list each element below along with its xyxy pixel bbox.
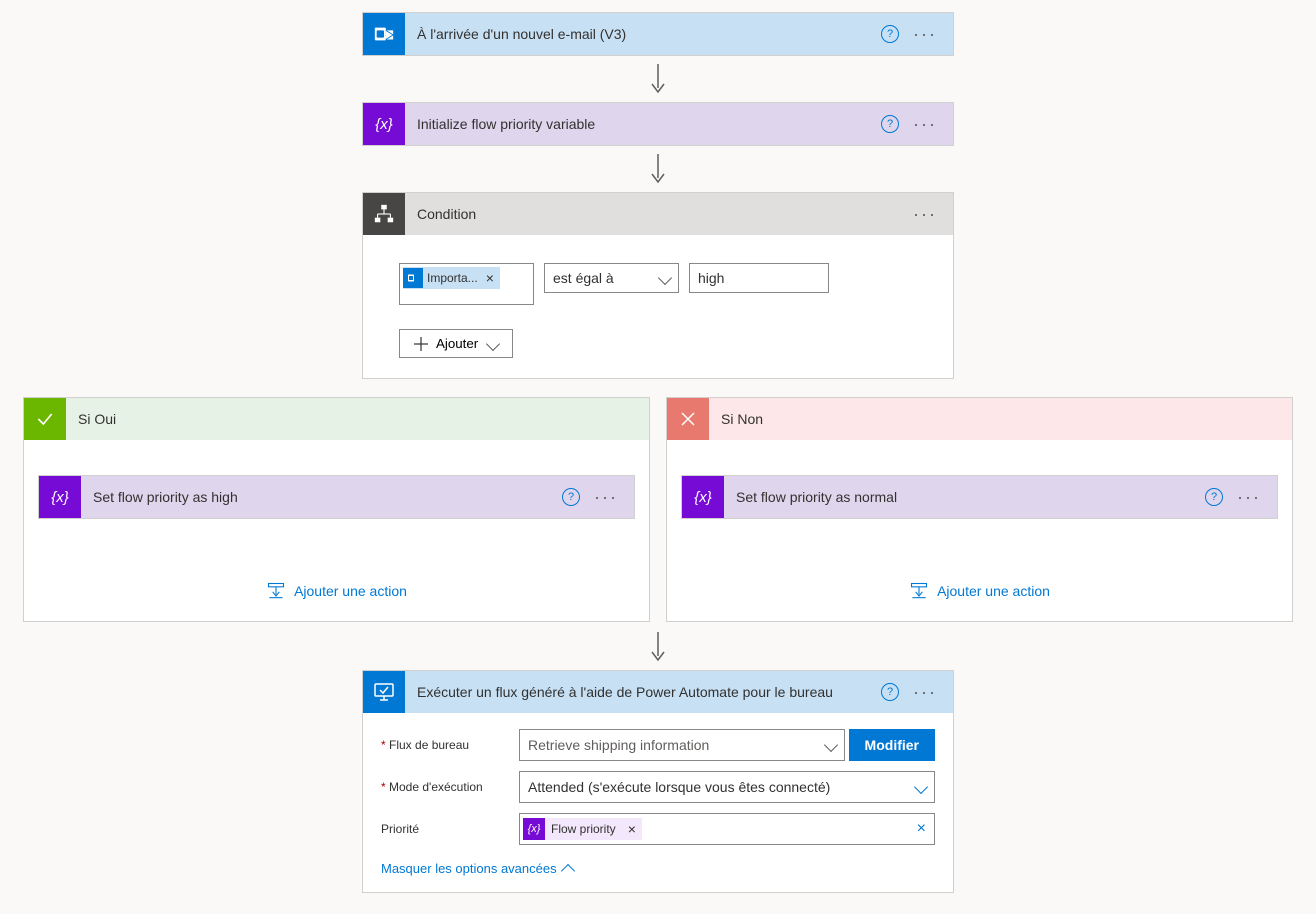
run-mode-select[interactable]: Attended (s'exécute lorsque vous êtes co… xyxy=(519,771,935,803)
branch-no-header: Si Non xyxy=(667,398,1292,440)
hide-advanced-options-link[interactable]: Masquer les options avancées xyxy=(381,861,573,876)
more-icon[interactable]: ··· xyxy=(1233,487,1265,508)
help-icon[interactable]: ? xyxy=(881,683,899,701)
branch-yes-label: Si Oui xyxy=(66,411,649,427)
trigger-header: À l'arrivée d'un nouvel e-mail (V3) ? ··… xyxy=(363,13,953,55)
add-condition-button[interactable]: Ajouter xyxy=(399,329,513,358)
chevron-down-icon xyxy=(823,738,837,752)
outlook-icon xyxy=(363,13,405,55)
desktop-flow-header: Exécuter un flux généré à l'aide de Powe… xyxy=(363,671,953,713)
arrow-icon xyxy=(650,64,666,94)
init-variable-title: Initialize flow priority variable xyxy=(405,116,881,132)
priority-input[interactable]: {x} Flow priority × × xyxy=(519,813,935,845)
branch-no-body: {x} Set flow priority as normal ? ··· Aj… xyxy=(667,440,1292,621)
variable-icon: {x} xyxy=(363,103,405,145)
condition-value-input[interactable]: high xyxy=(689,263,829,293)
variable-icon: {x} xyxy=(39,476,81,518)
token-label: Importa... xyxy=(427,271,478,285)
condition-row: Importa... × est égal à high xyxy=(399,263,917,305)
more-icon[interactable]: ··· xyxy=(909,682,941,703)
check-icon xyxy=(24,398,66,440)
add-action-label: Ajouter une action xyxy=(937,583,1050,599)
chevron-down-icon xyxy=(486,336,500,350)
field-label: * Mode d'exécution xyxy=(381,780,519,794)
desktop-flow-title: Exécuter un flux généré à l'aide de Powe… xyxy=(405,684,881,700)
trigger-title: À l'arrivée d'un nouvel e-mail (V3) xyxy=(405,26,881,42)
chevron-up-icon xyxy=(561,863,575,877)
operator-label: est égal à xyxy=(553,270,614,286)
help-icon[interactable]: ? xyxy=(562,488,580,506)
condition-card[interactable]: Condition ··· Importa... × est égal à xyxy=(362,192,954,379)
init-variable-header: {x} Initialize flow priority variable ? … xyxy=(363,103,953,145)
field-label: * Flux de bureau xyxy=(381,738,519,752)
more-icon[interactable]: ··· xyxy=(909,24,941,45)
add-action-label: Ajouter une action xyxy=(294,583,407,599)
variable-icon: {x} xyxy=(523,818,545,840)
condition-title: Condition xyxy=(405,206,909,222)
x-icon xyxy=(667,398,709,440)
remove-token-icon[interactable]: × xyxy=(482,270,498,286)
field-desktop-flow: * Flux de bureau Retrieve shipping infor… xyxy=(381,729,935,761)
condition-left-operand[interactable]: Importa... × xyxy=(399,263,534,305)
chevron-down-icon xyxy=(658,271,672,285)
condition-body: Importa... × est égal à high Ajouter xyxy=(363,235,953,378)
desktop-flow-icon xyxy=(363,671,405,713)
plus-icon xyxy=(414,337,428,351)
arrow-icon xyxy=(650,632,666,662)
help-icon[interactable]: ? xyxy=(881,25,899,43)
remove-chip-icon[interactable]: × xyxy=(622,821,642,837)
set-priority-normal-title: Set flow priority as normal xyxy=(724,489,1205,505)
clear-field-icon[interactable]: × xyxy=(917,820,926,838)
set-priority-high-title: Set flow priority as high xyxy=(81,489,562,505)
condition-header: Condition ··· xyxy=(363,193,953,235)
field-priority: Priorité {x} Flow priority × × xyxy=(381,813,935,845)
desktop-flow-value: Retrieve shipping information xyxy=(528,737,709,753)
flow-priority-chip[interactable]: {x} Flow priority × xyxy=(523,818,642,840)
importance-token[interactable]: Importa... × xyxy=(403,267,500,289)
outlook-icon xyxy=(403,268,423,288)
set-priority-high-card[interactable]: {x} Set flow priority as high ? ··· xyxy=(38,475,635,519)
init-variable-card[interactable]: {x} Initialize flow priority variable ? … xyxy=(362,102,954,146)
branch-yes: Si Oui {x} Set flow priority as high ? ·… xyxy=(23,397,650,622)
field-run-mode: * Mode d'exécution Attended (s'exécute l… xyxy=(381,771,935,803)
add-label: Ajouter xyxy=(436,336,478,351)
arrow-icon xyxy=(650,154,666,184)
variable-icon: {x} xyxy=(682,476,724,518)
field-label: Priorité xyxy=(381,822,519,836)
desktop-flow-card[interactable]: Exécuter un flux généré à l'aide de Powe… xyxy=(362,670,954,893)
condition-branches: Si Oui {x} Set flow priority as high ? ·… xyxy=(23,397,1293,622)
set-priority-normal-card[interactable]: {x} Set flow priority as normal ? ··· xyxy=(681,475,1278,519)
insert-action-icon xyxy=(909,581,929,601)
add-action-button[interactable]: Ajouter une action xyxy=(38,581,635,601)
desktop-flow-select[interactable]: Retrieve shipping information xyxy=(519,729,845,761)
branch-yes-header: Si Oui xyxy=(24,398,649,440)
chevron-down-icon xyxy=(914,780,928,794)
condition-icon xyxy=(363,193,405,235)
run-mode-value: Attended (s'exécute lorsque vous êtes co… xyxy=(528,779,830,795)
modifier-button[interactable]: Modifier xyxy=(849,729,935,761)
insert-action-icon xyxy=(266,581,286,601)
help-icon[interactable]: ? xyxy=(881,115,899,133)
chip-label: Flow priority xyxy=(545,822,622,836)
trigger-card[interactable]: À l'arrivée d'un nouvel e-mail (V3) ? ··… xyxy=(362,12,954,56)
more-icon[interactable]: ··· xyxy=(909,114,941,135)
add-action-button[interactable]: Ajouter une action xyxy=(681,581,1278,601)
branch-no-label: Si Non xyxy=(709,411,1292,427)
branch-no: Si Non {x} Set flow priority as normal ?… xyxy=(666,397,1293,622)
branch-yes-body: {x} Set flow priority as high ? ··· Ajou… xyxy=(24,440,649,621)
desktop-flow-body: * Flux de bureau Retrieve shipping infor… xyxy=(363,713,953,892)
value-text: high xyxy=(698,270,724,286)
more-icon[interactable]: ··· xyxy=(590,487,622,508)
flow-canvas: À l'arrivée d'un nouvel e-mail (V3) ? ··… xyxy=(0,12,1316,893)
help-icon[interactable]: ? xyxy=(1205,488,1223,506)
more-icon[interactable]: ··· xyxy=(909,204,941,225)
condition-operator-select[interactable]: est égal à xyxy=(544,263,679,293)
